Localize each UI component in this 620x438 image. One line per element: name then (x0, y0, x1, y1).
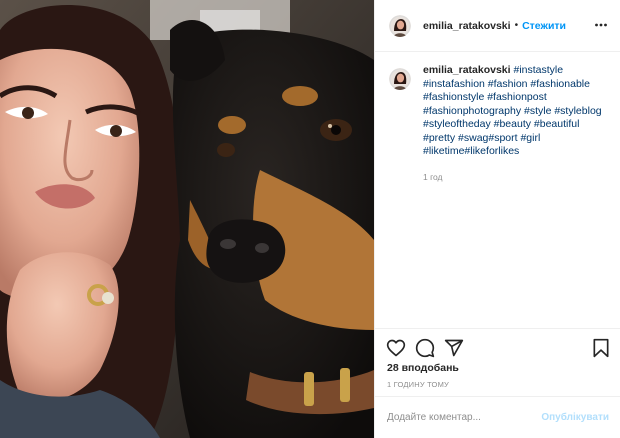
more-horizontal-icon (595, 23, 607, 27)
follow-button[interactable]: Стежити (522, 20, 566, 32)
comment-input[interactable] (387, 412, 537, 423)
header-username[interactable]: emilia_ratakovski (423, 20, 511, 32)
avatar-image (389, 14, 411, 37)
like-button[interactable] (386, 338, 406, 358)
likes-count[interactable]: 28 вподобань (387, 362, 459, 374)
bookmark-icon (593, 338, 609, 358)
caption-avatar[interactable] (389, 68, 411, 90)
caption-time-ago: 1 год (423, 172, 443, 182)
caption-username[interactable]: emilia_ratakovski (423, 64, 511, 76)
share-button[interactable] (444, 338, 464, 358)
posted-time: 1 годину тому (387, 380, 449, 389)
post-details-panel: emilia_ratakovski • Стежити emilia_ratak… (374, 0, 620, 438)
paper-plane-icon (444, 339, 464, 357)
caption-text: emilia_ratakovski #instastyle #instafash… (423, 64, 613, 159)
more-options-button[interactable] (594, 18, 608, 32)
header-separator: • (514, 20, 519, 31)
comment-icon (415, 338, 435, 358)
comment-box: Опублікувати (375, 396, 620, 438)
post-header: emilia_ratakovski • Стежити (375, 0, 620, 52)
comment-button[interactable] (415, 338, 435, 358)
publish-button[interactable]: Опублікувати (541, 412, 609, 423)
post-photo[interactable] (0, 0, 374, 438)
post-actions-bar (375, 328, 620, 362)
post-photo-image (0, 0, 374, 438)
post-caption: emilia_ratakovski #instastyle #instafash… (389, 64, 615, 159)
avatar-image (389, 68, 411, 90)
caption-hashtags[interactable]: #instastyle #instafashion #fashion #fash… (423, 64, 602, 157)
save-button[interactable] (591, 338, 611, 358)
heart-icon (386, 339, 406, 357)
avatar[interactable] (389, 14, 411, 37)
